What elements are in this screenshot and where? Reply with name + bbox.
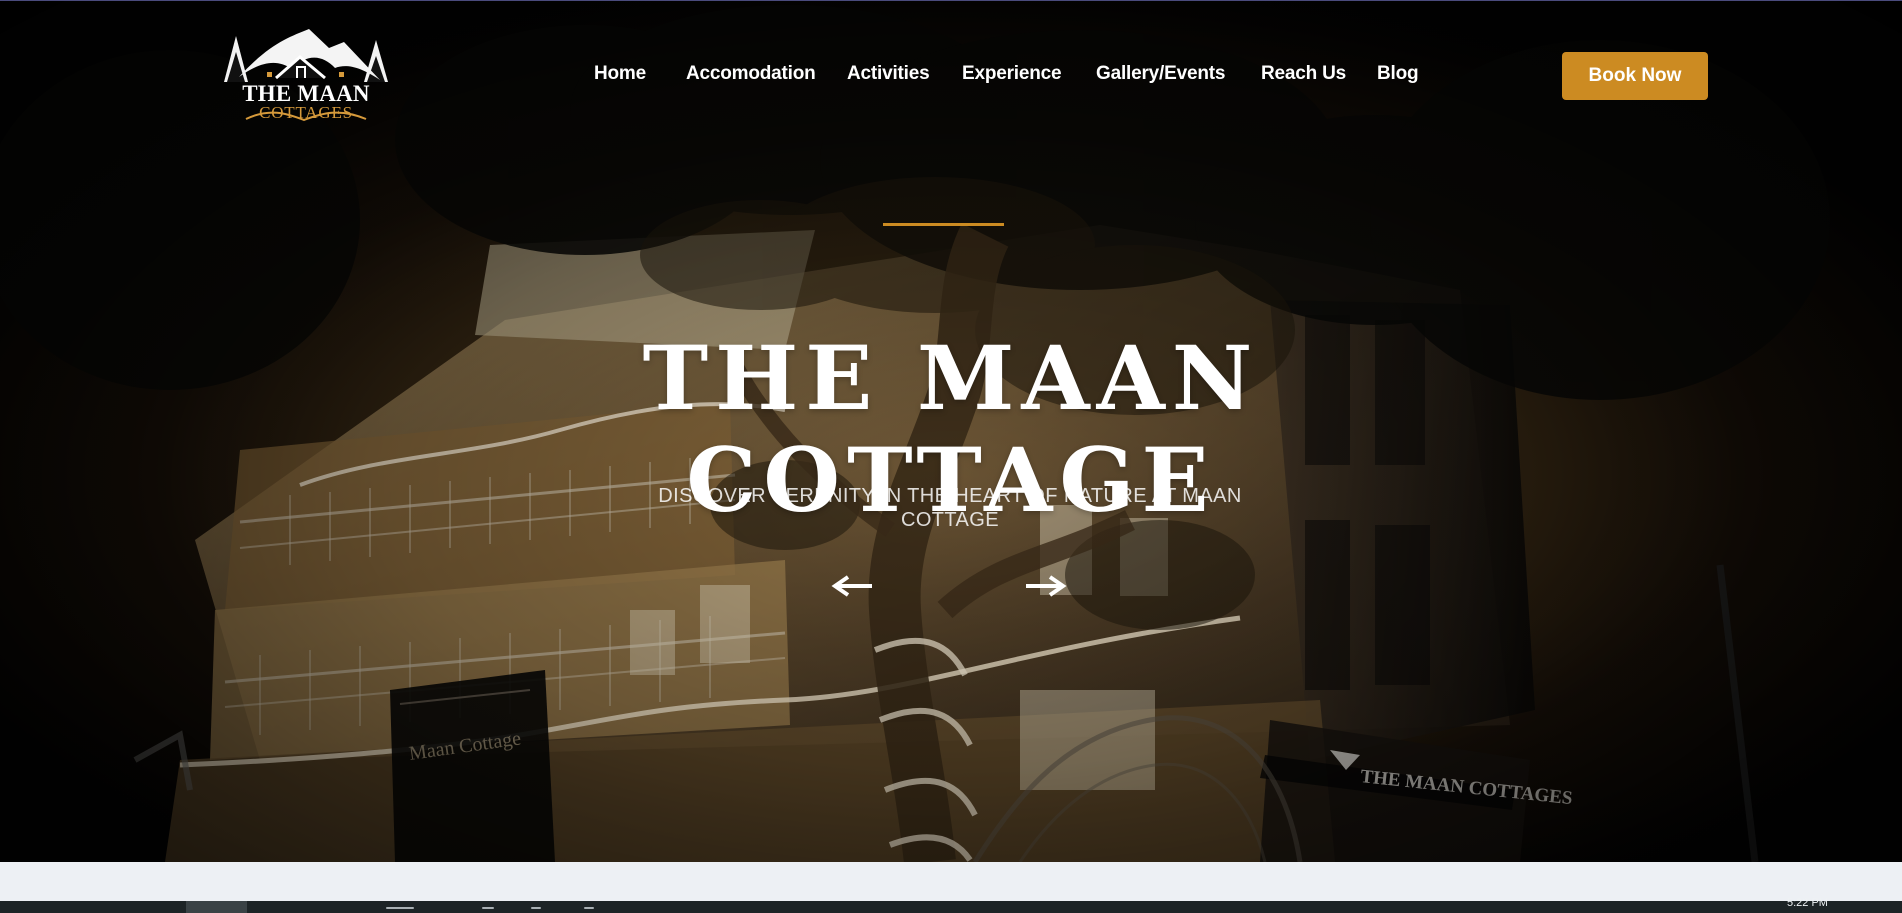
right-arrow-icon bbox=[1026, 575, 1067, 597]
top-border bbox=[0, 0, 1902, 1]
taskbar-icon[interactable] bbox=[482, 907, 494, 909]
logo-text-subtitle: COTTAGES bbox=[259, 103, 353, 122]
nav-item-experience[interactable]: Experience bbox=[962, 63, 1062, 85]
left-arrow-icon bbox=[831, 575, 872, 597]
hero-title-line-1: THE MAAN bbox=[642, 325, 1260, 430]
taskbar-icon[interactable] bbox=[584, 907, 594, 909]
taskbar-icon[interactable] bbox=[531, 907, 541, 909]
system-taskbar: 5:22 PM bbox=[0, 897, 1902, 913]
page-next-section-strip bbox=[0, 862, 1902, 901]
hero-subtitle: DISCOVER SERENITY IN THE HEART OF NATURE… bbox=[658, 485, 1242, 531]
nav-item-reach-us[interactable]: Reach Us bbox=[1261, 63, 1346, 85]
next-slide-button[interactable] bbox=[1025, 574, 1067, 598]
nav-item-activities[interactable]: Activities bbox=[847, 63, 930, 85]
taskbar-app-icons bbox=[386, 907, 606, 910]
hero-accent-line bbox=[883, 223, 1004, 226]
taskbar-clock: 5:22 PM bbox=[1787, 897, 1828, 909]
previous-slide-button[interactable] bbox=[831, 574, 873, 598]
book-now-button[interactable]: Book Now bbox=[1562, 52, 1708, 100]
active-taskbar-app[interactable] bbox=[186, 901, 247, 913]
nav-item-accomodation[interactable]: Accomodation bbox=[686, 63, 816, 85]
taskbar-icon[interactable] bbox=[386, 907, 414, 909]
nav-item-blog[interactable]: Blog bbox=[1377, 63, 1419, 85]
website-page: Maan Cottage THE MAAN COTTAGES THE MAAN … bbox=[0, 0, 1902, 913]
nav-item-gallery-events[interactable]: Gallery/Events bbox=[1096, 63, 1225, 85]
nav-item-home[interactable]: Home bbox=[594, 63, 646, 85]
